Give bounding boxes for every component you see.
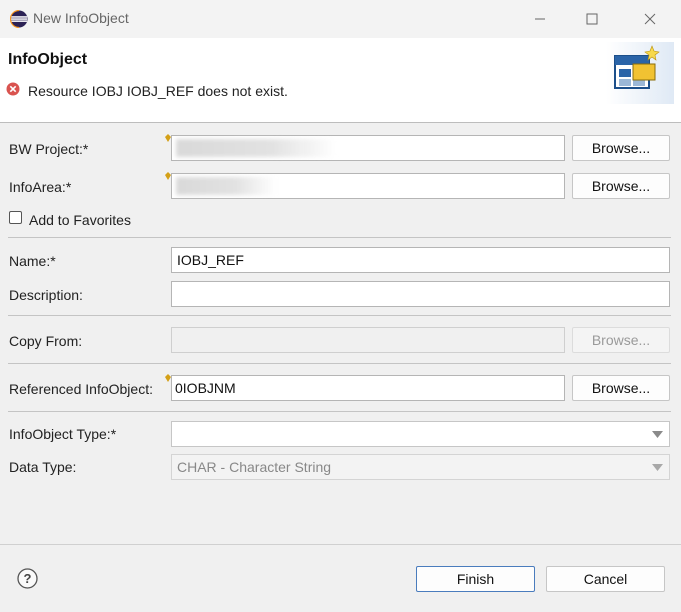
separator (8, 315, 671, 316)
copy-from-browse-button: Browse... (572, 327, 670, 353)
bw-project-field[interactable] (171, 135, 565, 161)
copy-from-label: Copy From: (9, 333, 83, 349)
data-type-dropdown: CHAR - Character String (171, 454, 670, 480)
referenced-infoobject-field[interactable]: 0IOBJNM (171, 375, 565, 401)
redacted-value (176, 177, 276, 195)
data-type-value: CHAR - Character String (177, 459, 332, 475)
error-icon (6, 82, 20, 96)
description-field[interactable] (171, 281, 670, 307)
separator (8, 411, 671, 412)
maximize-icon (586, 13, 598, 25)
cancel-button[interactable]: Cancel (546, 566, 665, 592)
separator (8, 237, 671, 238)
redacted-value (176, 139, 336, 157)
referenced-infoobject-browse-button[interactable]: Browse... (572, 375, 670, 401)
info-area-browse-button[interactable]: Browse... (572, 173, 670, 199)
wizard-header: InfoObject Resource IOBJ IOBJ_REF does n… (0, 38, 681, 123)
add-to-favorites-label: Add to Favorites (29, 212, 131, 228)
footer-separator (0, 544, 681, 545)
description-label: Description: (9, 287, 83, 303)
copy-from-field (171, 327, 565, 353)
chevron-down-icon (652, 431, 663, 438)
referenced-infoobject-label: Referenced InfoObject: (9, 381, 153, 397)
title-bar: New InfoObject (0, 0, 681, 38)
maximize-button[interactable] (572, 6, 612, 32)
close-button[interactable] (630, 6, 670, 32)
info-area-label: InfoArea:* (9, 179, 72, 195)
svg-text:?: ? (24, 571, 32, 586)
name-label: Name:* (9, 253, 56, 269)
infoobject-banner-icon (606, 42, 674, 104)
name-field[interactable]: IOBJ_REF (171, 247, 670, 273)
help-icon[interactable]: ? (17, 568, 38, 589)
bw-project-label: BW Project:* (9, 141, 89, 157)
bw-project-browse-button[interactable]: Browse... (572, 135, 670, 161)
eclipse-icon (10, 10, 28, 28)
window-title: New InfoObject (33, 10, 129, 26)
close-icon (644, 13, 656, 25)
separator (8, 363, 671, 364)
minimize-button[interactable] (520, 6, 560, 32)
finish-button[interactable]: Finish (416, 566, 535, 592)
page-title: InfoObject (8, 51, 88, 68)
chevron-down-icon (652, 464, 663, 471)
add-to-favorites-checkbox[interactable] (9, 211, 22, 224)
infoobject-type-dropdown[interactable] (171, 421, 670, 447)
info-area-field[interactable] (171, 173, 565, 199)
minimize-icon (535, 18, 545, 20)
data-type-label: Data Type: (9, 459, 77, 475)
error-message: Resource IOBJ IOBJ_REF does not exist. (28, 83, 288, 99)
infoobject-type-label: InfoObject Type:* (9, 426, 117, 442)
